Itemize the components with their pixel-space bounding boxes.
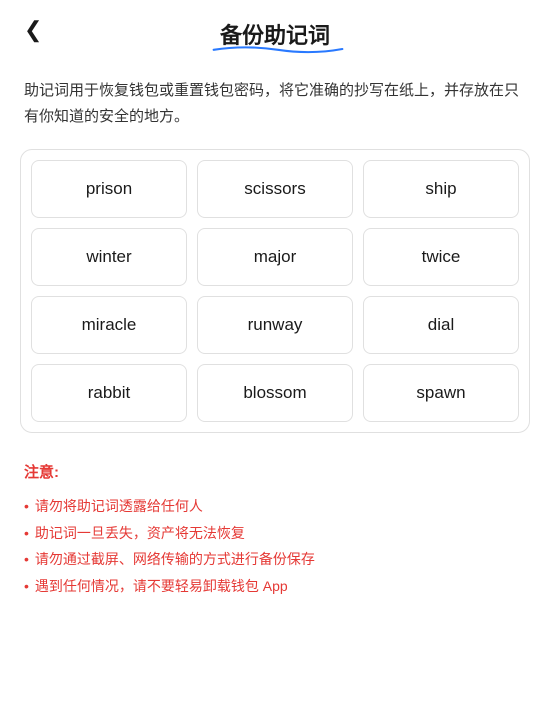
mnemonic-grid: prisonscissorsship wintermajortwice miracl… (31, 160, 519, 422)
mnemonic-word-4: winter (31, 228, 187, 286)
mnemonic-word-2: scissors (197, 160, 353, 218)
mnemonic-word-1: prison (31, 160, 187, 218)
page-title: 备份助记词 (220, 23, 330, 48)
mnemonic-word-8: runway (197, 296, 353, 354)
notice-title: 注意: (24, 461, 526, 482)
mnemonic-word-3: ship (363, 160, 519, 218)
mnemonic-word-7: miracle (31, 296, 187, 354)
notice-item-2: 助记词一旦丢失，资产将无法恢复 (24, 521, 526, 546)
header: ❮ 备份助记词 (0, 0, 550, 60)
mnemonic-word-12: spawn (363, 364, 519, 422)
notice-section: 注意: 请勿将助记词透露给任何人助记词一旦丢失，资产将无法恢复请勿通过截屏、网络… (0, 433, 550, 624)
back-button[interactable]: ❮ (20, 13, 46, 47)
notice-item-3: 请勿通过截屏、网络传输的方式进行备份保存 (24, 547, 526, 572)
title-wrapper: 备份助记词 (220, 18, 330, 50)
mnemonic-grid-container: prisonscissorsship wintermajortwice miracl… (20, 149, 530, 433)
mnemonic-word-5: major (197, 228, 353, 286)
mnemonic-word-10: rabbit (31, 364, 187, 422)
notice-item-4: 遇到任何情况，请不要轻易卸载钱包 App (24, 574, 526, 599)
mnemonic-word-6: twice (363, 228, 519, 286)
mnemonic-word-11: blossom (197, 364, 353, 422)
description-text: 助记词用于恢复钱包或重置钱包密码，将它准确的抄写在纸上，并存放在只有你知道的安全… (0, 60, 550, 149)
mnemonic-word-9: dial (363, 296, 519, 354)
notice-list: 请勿将助记词透露给任何人助记词一旦丢失，资产将无法恢复请勿通过截屏、网络传输的方… (24, 494, 526, 598)
notice-item-1: 请勿将助记词透露给任何人 (24, 494, 526, 519)
